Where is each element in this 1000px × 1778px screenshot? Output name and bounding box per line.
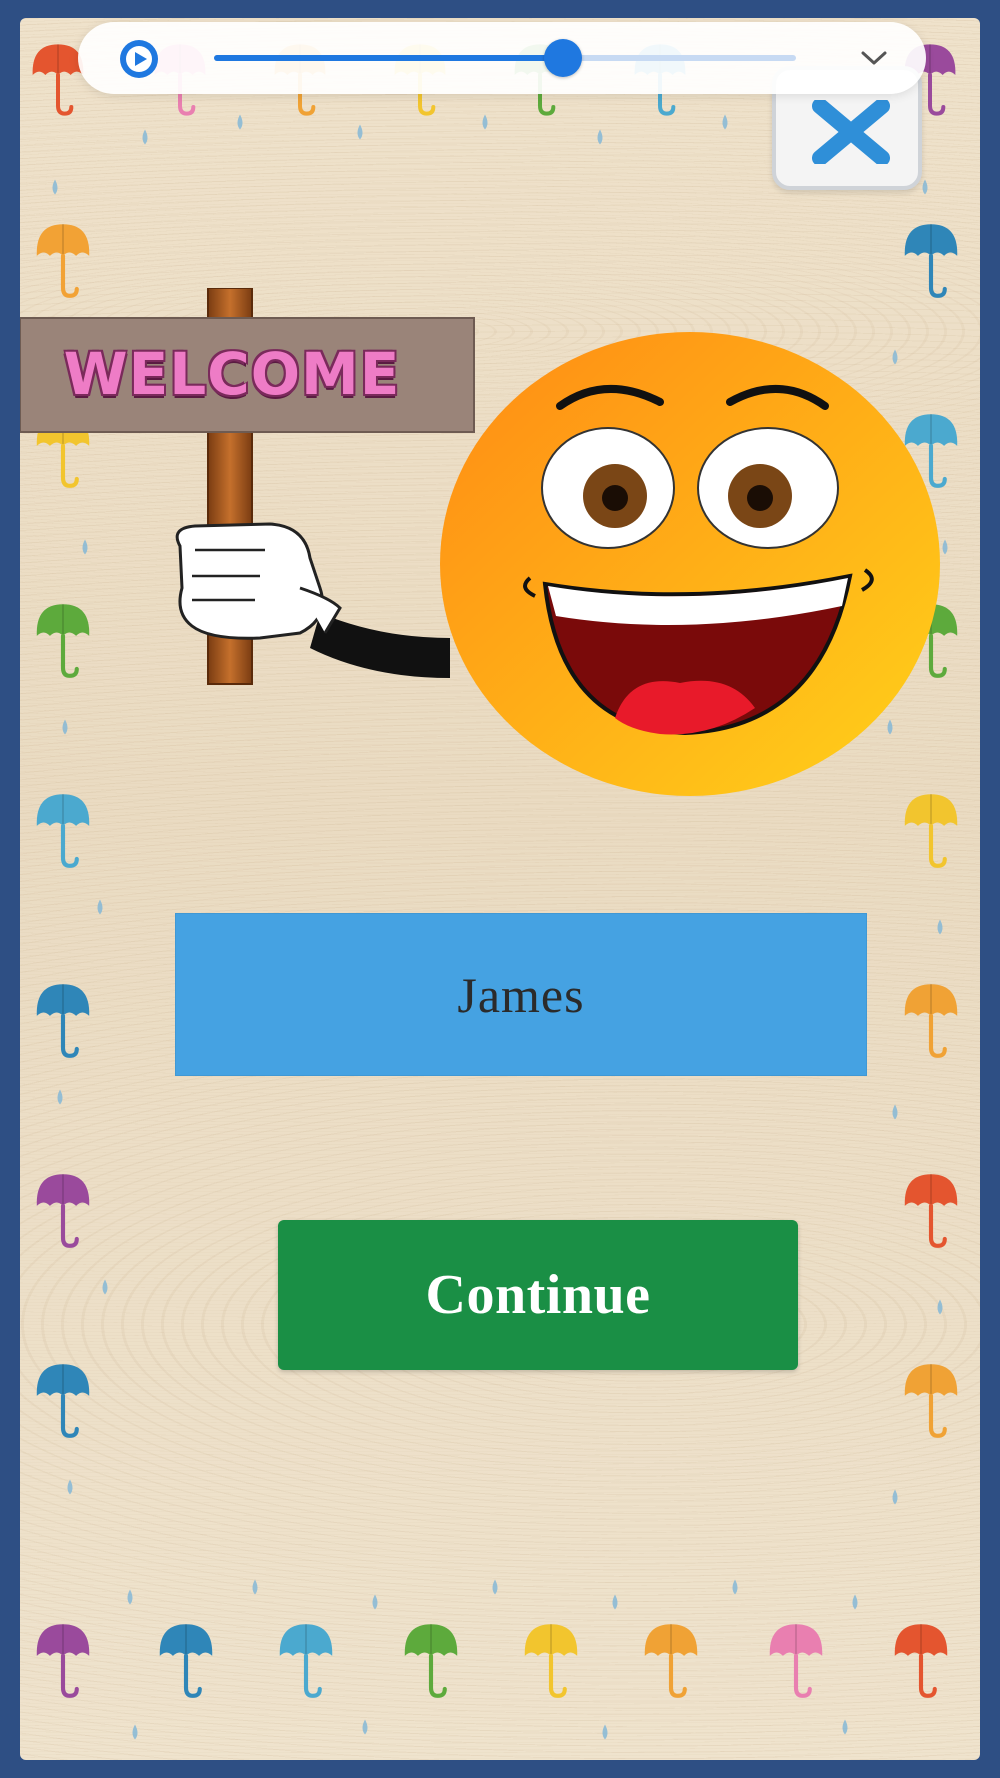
audio-player-bar — [78, 22, 926, 94]
continue-button-label: Continue — [425, 1264, 651, 1326]
audio-progress-track[interactable] — [214, 39, 796, 77]
welcome-illustration: WELCOME — [20, 287, 940, 808]
welcome-sign-text: WELCOME — [63, 340, 401, 408]
audio-progress-thumb[interactable] — [544, 39, 583, 77]
app-screen: WELCOME James Continue — [20, 18, 980, 1760]
continue-button[interactable]: Continue — [278, 1220, 798, 1370]
player-name-box: James — [175, 913, 867, 1076]
close-icon — [812, 100, 890, 164]
player-name: James — [457, 966, 585, 1023]
umbrella-border-decoration — [20, 18, 980, 1740]
audio-progress-fill — [214, 55, 564, 61]
play-icon[interactable] — [118, 38, 160, 80]
chevron-down-icon[interactable] — [856, 40, 892, 76]
